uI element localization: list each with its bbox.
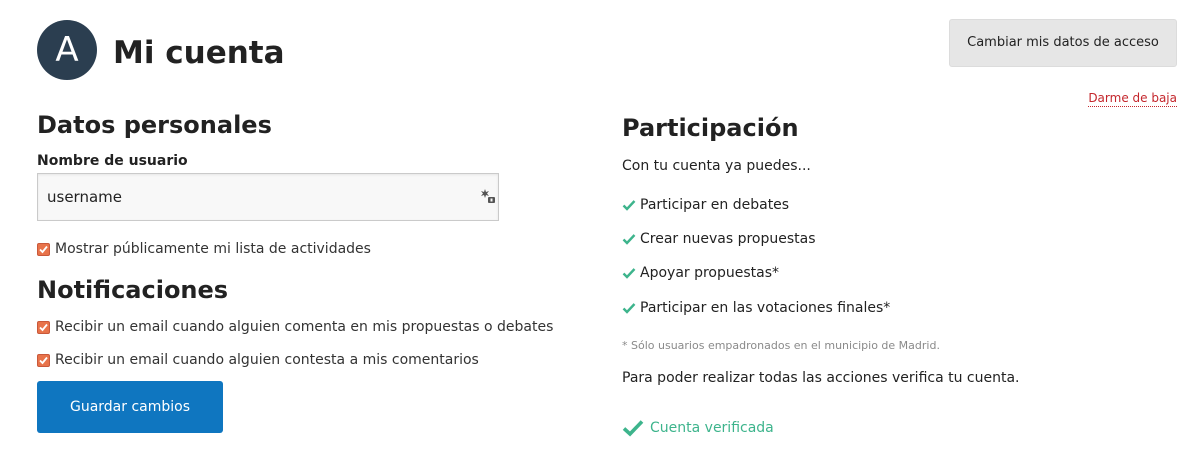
change-access-data-button[interactable]: Cambiar mis datos de acceso: [949, 19, 1177, 67]
check-icon: [622, 268, 636, 279]
check-icon: [622, 303, 636, 314]
feature-item: Crear nuevas propuestas: [622, 230, 816, 248]
key-icon: [480, 188, 496, 204]
check-icon: [622, 200, 636, 211]
public-activity-checkbox-row[interactable]: Mostrar públicamente mi lista de activid…: [37, 240, 371, 258]
avatar: A: [37, 20, 97, 80]
email-on-comment-checkbox[interactable]: [37, 320, 50, 334]
verify-account-text: Para poder realizar todas las acciones v…: [622, 370, 1020, 386]
feature-item: Participar en debates: [622, 196, 789, 214]
delete-account-link[interactable]: Darme de baja: [1088, 90, 1177, 107]
notifications-heading: Notificaciones: [37, 276, 229, 304]
public-activity-label: Mostrar públicamente mi lista de activid…: [55, 241, 371, 257]
residents-footnote: * Sólo usuarios empadronados en el munic…: [622, 339, 940, 352]
feature-label: Apoyar propuestas*: [640, 265, 780, 281]
username-label: Nombre de usuario: [37, 153, 188, 169]
feature-item: Apoyar propuestas*: [622, 264, 779, 282]
save-changes-button[interactable]: Guardar cambios: [37, 381, 223, 433]
verified-account-label: Cuenta verificada: [650, 420, 774, 436]
public-activity-checkbox[interactable]: [37, 242, 50, 256]
verified-account-status: Cuenta verificada: [622, 418, 774, 438]
participation-heading: Participación: [622, 114, 799, 142]
feature-label: Crear nuevas propuestas: [640, 231, 816, 247]
feature-label: Participar en debates: [640, 197, 790, 213]
check-icon: [622, 420, 644, 437]
personal-data-heading: Datos personales: [37, 111, 272, 139]
email-on-reply-checkbox[interactable]: [37, 353, 50, 367]
email-on-reply-checkbox-row[interactable]: Recibir un email cuando alguien contesta…: [37, 351, 479, 369]
email-on-comment-checkbox-row[interactable]: Recibir un email cuando alguien comenta …: [37, 318, 553, 336]
email-on-reply-label: Recibir un email cuando alguien contesta…: [55, 352, 479, 368]
page-title: Mi cuenta: [113, 35, 285, 71]
email-on-comment-label: Recibir un email cuando alguien comenta …: [55, 319, 554, 335]
feature-item: Participar en las votaciones finales*: [622, 299, 890, 317]
check-icon: [622, 234, 636, 245]
feature-label: Participar en las votaciones finales*: [640, 300, 891, 316]
participation-intro: Con tu cuenta ya puedes...: [622, 158, 811, 174]
username-input[interactable]: [37, 173, 499, 221]
